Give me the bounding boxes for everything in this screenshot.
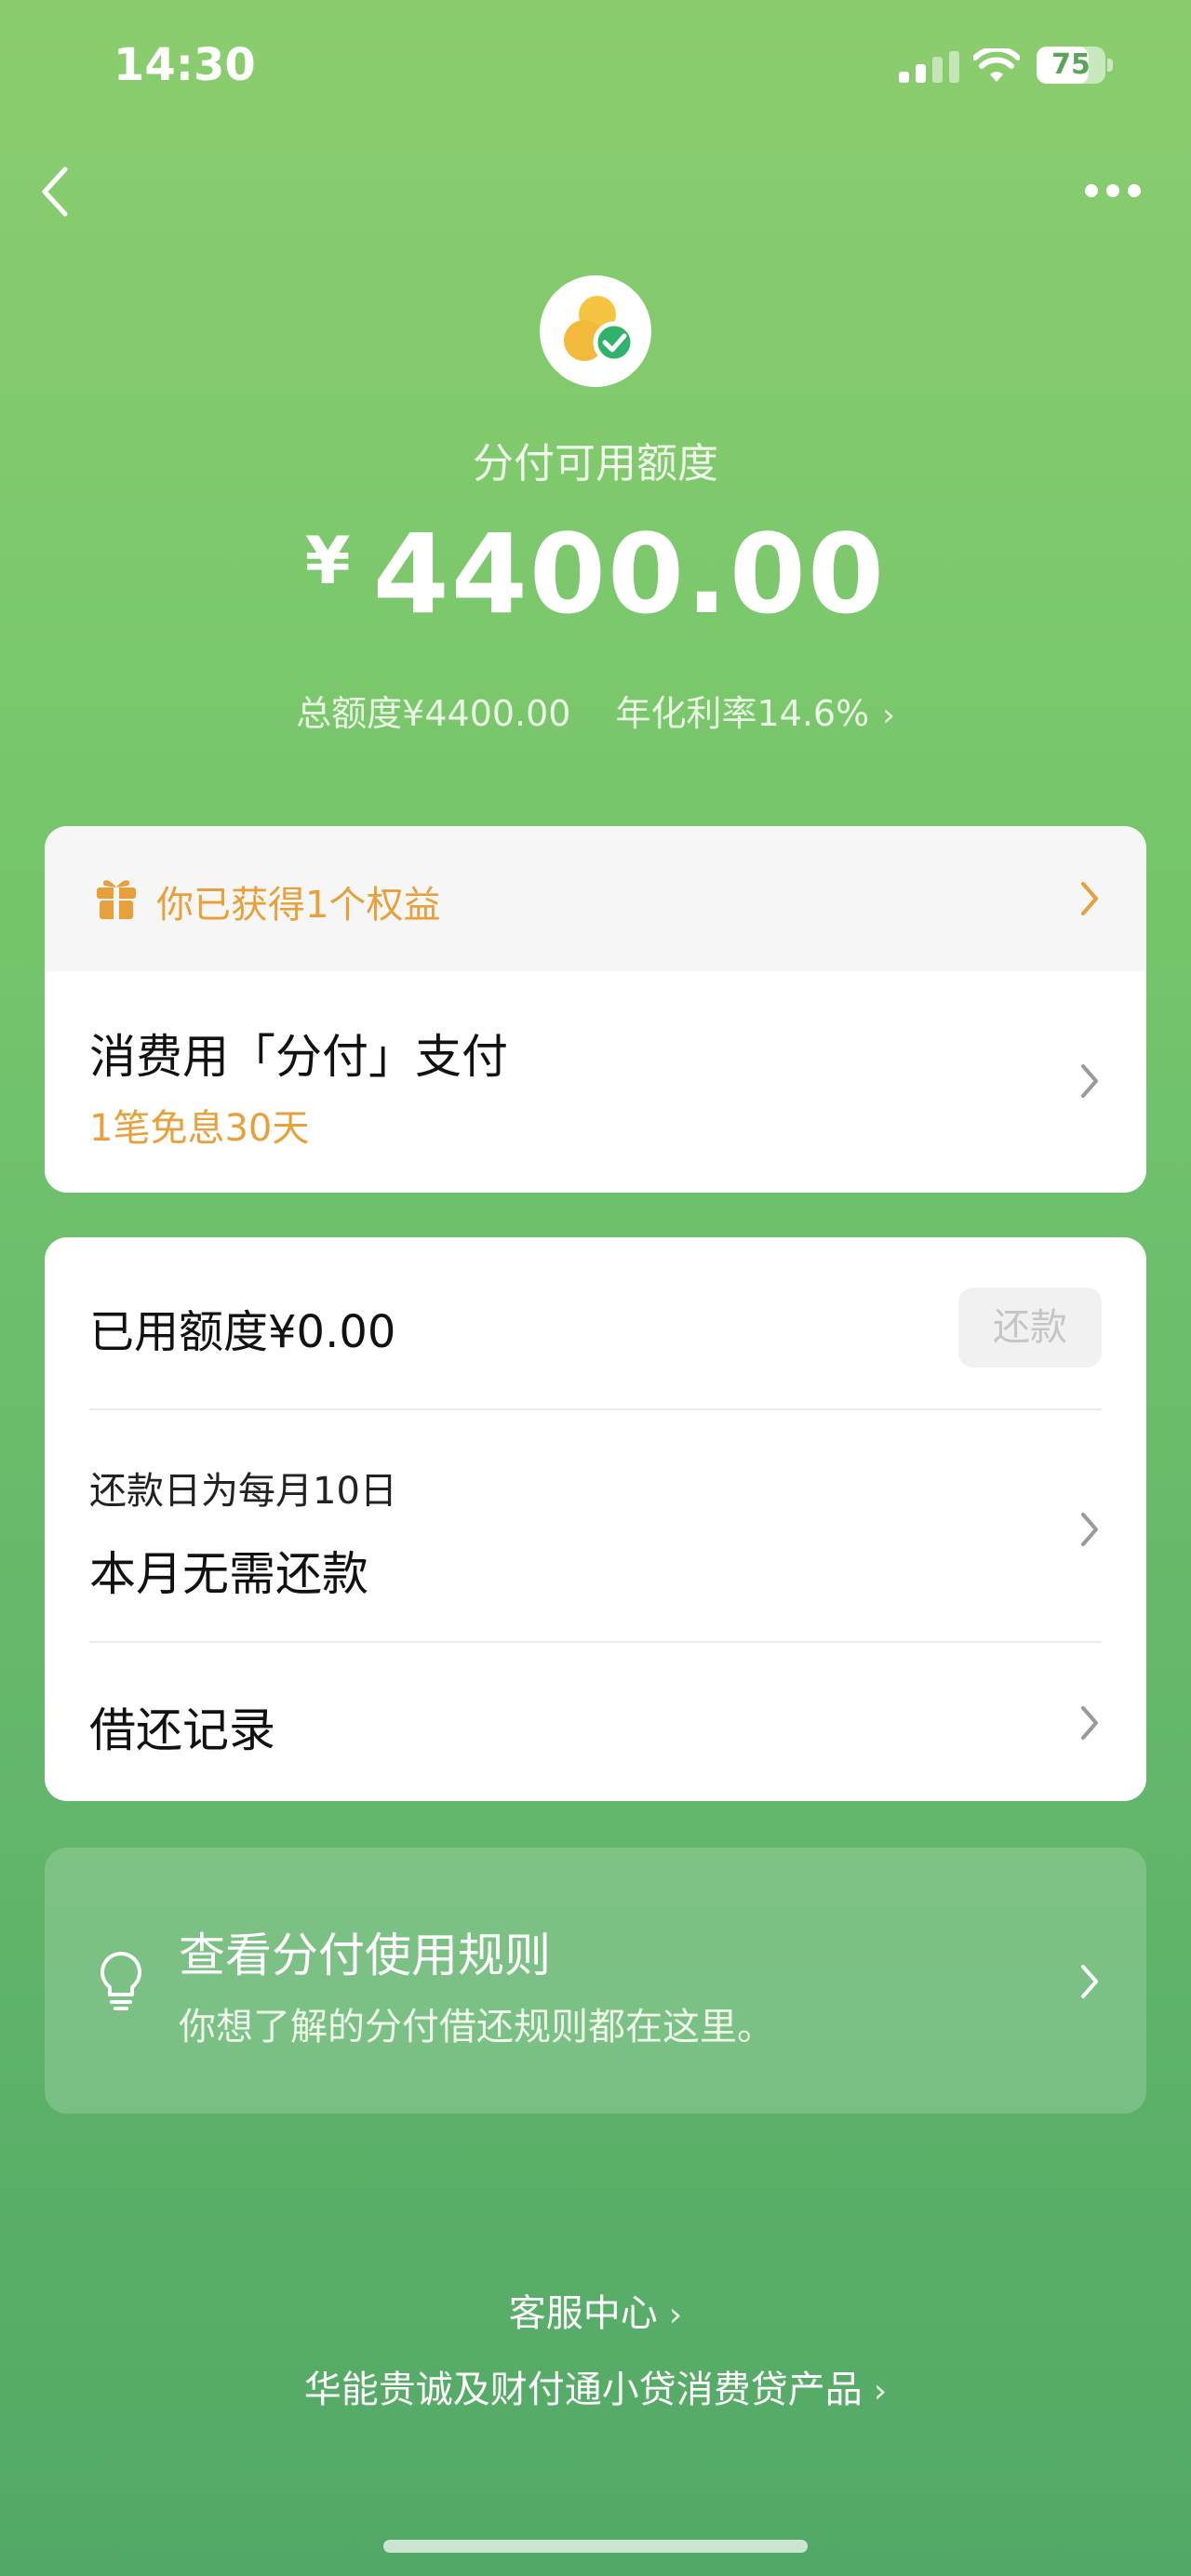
benefit-text: 你已获得1个权益 bbox=[156, 884, 441, 927]
chevron-right-icon bbox=[1081, 1965, 1098, 1998]
benefit-card: 你已获得1个权益 消费用「分付」支付 1笔免息30天 bbox=[45, 826, 1146, 1193]
chevron-right-icon bbox=[1081, 1513, 1098, 1546]
borrow-repay-records: 借还记录 bbox=[89, 1703, 275, 1757]
repayment-status: 本月无需还款 bbox=[89, 1547, 368, 1601]
customer-service-link[interactable]: 客服中心 › bbox=[0, 2283, 1191, 2337]
product-info-link[interactable]: 华能贵诚及财付通小贷消费贷产品 › bbox=[0, 2359, 1191, 2413]
pay-with-fenfu-title: 消费用「分付」支付 bbox=[89, 1030, 508, 1084]
repayment-card: 已用额度¥0.00 还款 还款日为每月10日 本月无需还款 借还记录 bbox=[45, 1237, 1146, 1801]
chevron-right-icon: › bbox=[873, 2372, 888, 2410]
repay-button[interactable]: 还款 bbox=[958, 1288, 1102, 1368]
back-arrow-icon[interactable] bbox=[37, 164, 74, 220]
chevron-right-icon: › bbox=[882, 697, 895, 734]
lightbulb-icon bbox=[100, 1952, 141, 2010]
annual-rate[interactable]: 年化利率14.6% bbox=[616, 693, 870, 734]
gift-icon bbox=[97, 880, 136, 919]
battery-icon: 75 bbox=[1037, 47, 1113, 84]
interest-free-note: 1笔免息30天 bbox=[89, 1107, 310, 1150]
available-credit-label: 分付可用额度 bbox=[473, 440, 718, 487]
chevron-right-icon bbox=[1081, 1706, 1098, 1740]
credit-summary[interactable]: 总额度¥4400.00 年化利率14.6% › bbox=[0, 685, 1191, 736]
chevron-right-icon bbox=[1081, 1064, 1098, 1098]
usage-rules-card[interactable]: 查看分付使用规则 你想了解的分付借还规则都在这里。 bbox=[45, 1848, 1146, 2114]
chevron-right-icon bbox=[1081, 882, 1098, 915]
currency-symbol: ¥ bbox=[304, 523, 351, 599]
product-info-label: 华能贵诚及财付通小贷消费贷产品 bbox=[303, 2369, 863, 2411]
used-amount: 已用额度¥0.00 bbox=[89, 1306, 396, 1358]
customer-service-label: 客服中心 bbox=[508, 2292, 658, 2335]
total-limit: 总额度¥4400.00 bbox=[296, 693, 571, 734]
battery-level: 75 bbox=[1051, 48, 1091, 81]
chevron-right-icon: › bbox=[668, 2296, 683, 2334]
wifi-icon bbox=[973, 48, 1020, 82]
cellular-signal-icon bbox=[899, 51, 960, 83]
benefit-row[interactable]: 你已获得1个权益 bbox=[45, 826, 1146, 971]
divider bbox=[89, 1408, 1102, 1410]
available-credit-amount: ¥4400.00 bbox=[0, 510, 1191, 638]
divider bbox=[89, 1641, 1102, 1643]
repayment-day-label: 还款日为每月10日 bbox=[89, 1470, 397, 1513]
usage-rules-title: 查看分付使用规则 bbox=[179, 1929, 551, 1982]
home-indicator[interactable] bbox=[383, 2540, 808, 2553]
status-time: 14:30 bbox=[114, 39, 256, 91]
more-options-icon[interactable] bbox=[1085, 184, 1141, 199]
fenfu-logo bbox=[540, 275, 651, 387]
available-amount-value: 4400.00 bbox=[372, 510, 887, 638]
usage-rules-subtitle: 你想了解的分付借还规则都在这里。 bbox=[179, 2006, 774, 2049]
